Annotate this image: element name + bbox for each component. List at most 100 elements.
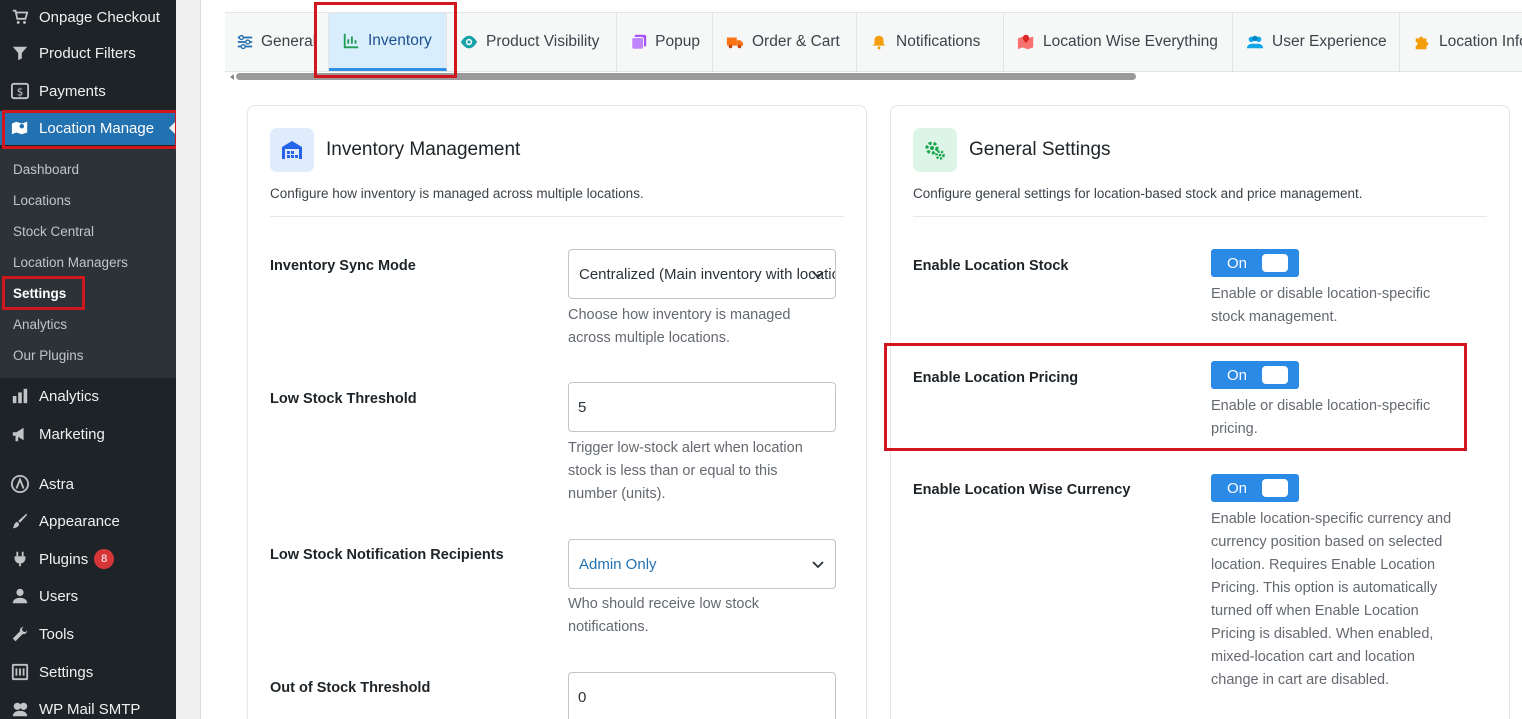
scrollbar-thumb[interactable] [236, 73, 1136, 80]
scroll-left-arrow[interactable] [230, 74, 234, 80]
toggle-knob [1262, 366, 1288, 384]
chevron-down-icon [812, 271, 824, 279]
toggle-knob [1262, 479, 1288, 497]
location-stock-toggle[interactable]: On [1211, 249, 1299, 277]
submenu-location-managers[interactable]: Location Managers [13, 255, 128, 270]
menu-label: Product Filters [39, 44, 136, 62]
location-pricing-toggle[interactable]: On [1211, 361, 1299, 389]
menu-label: Plugins [39, 550, 89, 568]
eye-icon [459, 32, 479, 52]
menu-marketing[interactable]: Marketing [0, 417, 176, 451]
menu-plugins[interactable]: Plugins 8 [0, 542, 176, 576]
menu-analytics[interactable]: Analytics [0, 379, 176, 413]
mail-icon [10, 699, 30, 719]
dollar-icon: $ [10, 81, 30, 101]
location-manage-submenu: Dashboard Locations Stock Central Locati… [0, 148, 176, 378]
puzzle-icon [1412, 32, 1432, 52]
tab-label: Product Visibility [486, 33, 600, 50]
cart-icon [10, 7, 30, 27]
low-stock-label: Low Stock Threshold [270, 391, 417, 407]
menu-label: Users [39, 587, 79, 605]
recipients-select[interactable]: Admin Only [568, 539, 836, 589]
truck-icon [725, 32, 745, 52]
tab-notifications[interactable]: Notifications [857, 13, 1004, 71]
sync-mode-help: Choose how inventory is managed across m… [568, 307, 791, 346]
menu-payments[interactable]: $ Payments [0, 74, 176, 108]
submenu-analytics[interactable]: Analytics [13, 317, 67, 332]
menu-location-manage[interactable]: Location Manage [0, 111, 176, 145]
divider [913, 216, 1487, 217]
tab-popup[interactable]: Popup [617, 13, 713, 71]
map-pin-icon [1016, 32, 1036, 52]
inventory-chart-icon [341, 31, 361, 51]
location-currency-label: Enable Location Wise Currency [913, 482, 1131, 498]
select-value: Admin Only [579, 555, 657, 573]
brush-icon [10, 511, 30, 531]
menu-label: Settings [39, 663, 94, 681]
tab-inventory[interactable]: Inventory [329, 13, 447, 71]
menu-label: Location Manage [39, 119, 155, 137]
settings-wrap: General Inventory Product Visibility Pop… [200, 0, 1522, 719]
tab-label: Popup [655, 33, 700, 50]
menu-settings[interactable]: Settings [0, 655, 176, 689]
menu-label: Appearance [39, 512, 120, 530]
submenu-dashboard[interactable]: Dashboard [13, 162, 79, 177]
tab-user-experience[interactable]: User Experience [1233, 13, 1400, 71]
bell-icon [869, 32, 889, 52]
tab-label: General [261, 33, 317, 50]
user-icon [10, 586, 30, 606]
submenu-our-plugins[interactable]: Our Plugins [13, 348, 84, 363]
submenu-locations[interactable]: Locations [13, 193, 71, 208]
menu-tools[interactable]: Tools [0, 617, 176, 651]
location-currency-help: Enable location-specific currency and cu… [1211, 511, 1452, 688]
tab-general[interactable]: General [225, 13, 329, 71]
tabs-scrollbar[interactable] [230, 73, 1522, 80]
menu-wp-mail-smtp[interactable]: WP Mail SMTP [0, 692, 176, 719]
menu-label: Marketing [39, 425, 105, 443]
location-pricing-label: Enable Location Pricing [913, 370, 1079, 386]
card-title: Inventory Management [326, 139, 521, 160]
card-title: General Settings [969, 139, 1111, 160]
wrench-icon [10, 624, 30, 644]
low-stock-help: Trigger low-stock alert when location st… [568, 440, 803, 502]
menu-onpage-checkout[interactable]: Onpage Checkout [0, 0, 176, 34]
toggle-knob [1262, 254, 1288, 272]
menu-label: Tools [39, 625, 75, 643]
menu-label: Onpage Checkout [39, 8, 160, 26]
location-currency-toggle[interactable]: On [1211, 474, 1299, 502]
settings-icon [10, 662, 30, 682]
tab-order-cart[interactable]: Order & Cart [713, 13, 857, 71]
menu-label: Payments [39, 82, 106, 100]
update-count-badge: 8 [94, 549, 115, 569]
astra-icon [10, 474, 30, 494]
sync-mode-select[interactable]: Centralized (Main inventory with locatio… [568, 249, 836, 299]
map-icon [10, 118, 30, 138]
sliders-icon [236, 32, 254, 52]
low-stock-input[interactable]: 5 [568, 382, 836, 432]
submenu-settings[interactable]: Settings [13, 286, 66, 301]
recipients-label: Low Stock Notification Recipients [270, 547, 504, 563]
toggle-state: On [1227, 254, 1248, 272]
menu-astra[interactable]: Astra [0, 467, 176, 501]
card-description: Configure general settings for location-… [913, 186, 1363, 201]
tab-location-wise-everything[interactable]: Location Wise Everything [1004, 13, 1233, 71]
warehouse-icon [270, 128, 314, 172]
admin-sidebar: Onpage Checkout Product Filters $ Paymen… [0, 0, 176, 719]
menu-users[interactable]: Users [0, 579, 176, 613]
toggle-state: On [1227, 479, 1248, 497]
tab-location-info[interactable]: Location Info [1400, 13, 1522, 71]
menu-product-filters[interactable]: Product Filters [0, 36, 176, 70]
menu-label: Analytics [39, 387, 100, 405]
filter-icon [10, 43, 30, 63]
out-of-stock-input[interactable]: 0 [568, 672, 836, 719]
svg-text:$: $ [17, 86, 24, 99]
tab-label: User Experience [1272, 33, 1387, 50]
tab-product-visibility[interactable]: Product Visibility [447, 13, 617, 71]
recipients-help: Who should receive low stock notificatio… [568, 596, 759, 635]
popup-icon [629, 32, 648, 52]
gears-icon [913, 128, 957, 172]
toggle-state: On [1227, 366, 1248, 384]
submenu-stock-central[interactable]: Stock Central [13, 224, 94, 239]
inventory-management-card: Inventory Management Configure how inven… [247, 105, 867, 719]
menu-appearance[interactable]: Appearance [0, 504, 176, 538]
